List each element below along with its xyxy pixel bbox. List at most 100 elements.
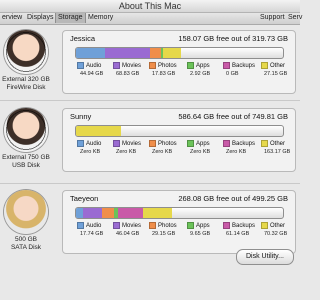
legend-size: Zero KB (116, 149, 137, 155)
legend-item-apps: Apps 9.65 GB (187, 222, 210, 237)
legend-size: Zero KB (152, 149, 173, 155)
legend-swatch (149, 140, 156, 147)
storage-segment-other (143, 208, 172, 218)
divider (0, 100, 300, 101)
legend-label: Photos (158, 223, 177, 230)
legend-swatch (113, 222, 120, 229)
storage-segment-other (162, 48, 181, 58)
legend-label: Movies (122, 63, 142, 70)
legend-label: Movies (122, 223, 142, 230)
legend-label: Backups (232, 223, 256, 230)
legend-item-apps: Apps Zero KB (187, 140, 210, 155)
legend-label: Backups (232, 63, 256, 70)
legend-size: 61.14 GB (226, 231, 250, 237)
legend-swatch (77, 222, 84, 229)
volume-name: Jessica (70, 34, 96, 43)
legend-item-backups: Backups 0 GB (223, 62, 256, 77)
volume-name: Sunny (70, 112, 92, 121)
volume-free-space: 268.08 GB free out of 499.25 GB (178, 194, 288, 203)
legend-label: Audio (86, 223, 102, 230)
legend-size: 163.17 GB (264, 149, 291, 155)
disk-utility-button[interactable]: Disk Utility... (236, 249, 294, 265)
legend-swatch (149, 62, 156, 69)
storage-segment-movies (105, 48, 150, 58)
legend-size: 44.94 GB (80, 71, 104, 77)
legend-size: Zero KB (226, 149, 247, 155)
legend-swatch (261, 140, 268, 147)
tab-displays[interactable]: Displays (25, 14, 55, 21)
tab-memory[interactable]: Memory (86, 14, 115, 21)
disk-caption-line1: External 750 GB (2, 154, 50, 161)
disk-avatar-image (4, 108, 48, 152)
volume-free-space: 158.07 GB free out of 319.73 GB (178, 34, 288, 43)
storage-segment-audio (76, 208, 84, 218)
tab-overview[interactable]: erview (0, 14, 24, 21)
legend-label: Other (270, 63, 286, 70)
tab-service[interactable]: Serv (286, 14, 304, 21)
legend-label: Apps (196, 141, 210, 148)
storage-segment-other (76, 126, 122, 136)
storage-segment-audio (76, 48, 106, 58)
storage-segment-photos (149, 48, 162, 58)
legend-label: Photos (158, 141, 177, 148)
legend-size: Zero KB (190, 149, 211, 155)
legend-item-other: Other 70.32 GB (261, 222, 287, 237)
legend-swatch (149, 222, 156, 229)
legend-swatch (223, 140, 230, 147)
legend-size: 9.65 GB (190, 231, 211, 237)
legend-size: 17.74 GB (80, 231, 104, 237)
legend-size: 70.32 GB (264, 231, 288, 237)
tab-storage[interactable]: Storage (55, 13, 86, 23)
legend-item-movies: Movies 46.04 GB (113, 222, 142, 237)
storage-bar (75, 125, 284, 137)
legend-size: 27.15 GB (264, 71, 288, 77)
legend-label: Apps (196, 223, 210, 230)
legend-label: Movies (122, 141, 142, 148)
volume-panel: Sunny 586.64 GB free out of 749.81 GB Au… (62, 108, 296, 172)
legend-swatch (261, 222, 268, 229)
legend-swatch (113, 140, 120, 147)
volume-free-space: 586.64 GB free out of 749.81 GB (178, 112, 288, 121)
legend-item-audio: Audio Zero KB (77, 140, 102, 155)
toolbar: erview Displays Storage Memory Support S… (0, 13, 302, 25)
disk-caption-line2: FireWire Disk (6, 84, 46, 91)
disk-caption-line1: External 320 GB (2, 76, 50, 83)
legend-swatch (223, 62, 230, 69)
storage-segment-movies (83, 208, 103, 218)
legend-size: 46.04 GB (116, 231, 140, 237)
title-bar: About This Mac (0, 0, 300, 13)
legend-item-other: Other 27.15 GB (261, 62, 287, 77)
legend-label: Backups (232, 141, 256, 148)
window-title: About This Mac (118, 1, 182, 11)
legend-size: 17.83 GB (152, 71, 176, 77)
legend-label: Other (270, 223, 286, 230)
legend-swatch (187, 222, 194, 229)
legend-swatch (223, 222, 230, 229)
legend-item-audio: Audio 44.94 GB (77, 62, 103, 77)
disk-caption-line1: 500 GB (14, 236, 38, 243)
tab-support[interactable]: Support (258, 14, 287, 21)
disk-avatar-image (4, 30, 48, 74)
disk-caption: External 750 GB USB Disk (0, 154, 52, 170)
legend-item-photos: Photos 29.15 GB (149, 222, 177, 237)
legend-label: Audio (86, 63, 102, 70)
legend-swatch (113, 62, 120, 69)
volume-panel: Jessica 158.07 GB free out of 319.73 GB … (62, 30, 296, 94)
legend-item-photos: Photos Zero KB (149, 140, 177, 155)
legend-item-audio: Audio 17.74 GB (77, 222, 103, 237)
legend-swatch (187, 140, 194, 147)
volume-name: Taeyeon (70, 194, 99, 203)
disk-caption: 500 GB SATA Disk (0, 236, 52, 252)
legend-label: Audio (86, 141, 102, 148)
legend-item-other: Other 163.17 GB (261, 140, 290, 155)
volume-panel: Taeyeon 268.08 GB free out of 499.25 GB … (62, 190, 296, 254)
legend-swatch (187, 62, 194, 69)
storage-segment-backups (118, 208, 144, 218)
legend-item-backups: Backups Zero KB (223, 140, 256, 155)
disk-caption: External 320 GB FireWire Disk (0, 76, 52, 92)
legend-item-backups: Backups 61.14 GB (223, 222, 256, 237)
legend-swatch (77, 140, 84, 147)
storage-bar (75, 47, 284, 59)
legend-size: 29.15 GB (152, 231, 176, 237)
legend-item-movies: Movies 68.83 GB (113, 62, 142, 77)
